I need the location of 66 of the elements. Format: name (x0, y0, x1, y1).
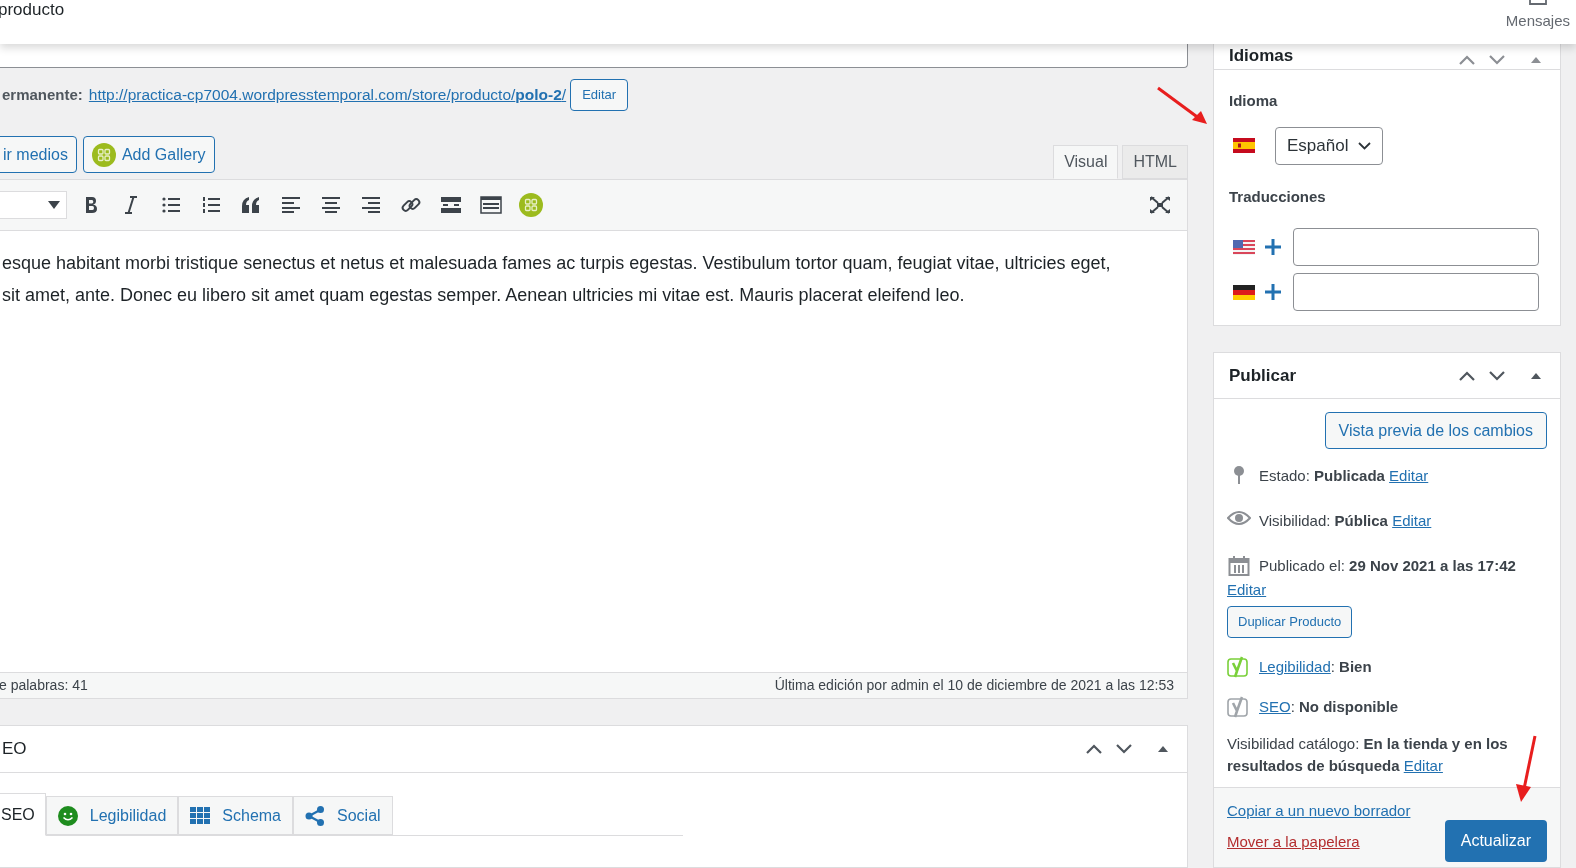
add-icon[interactable] (1265, 239, 1281, 255)
collapse-icon[interactable] (1530, 371, 1542, 380)
chevron-up-icon[interactable] (1458, 54, 1476, 66)
preview-button[interactable]: Vista previa de los cambios (1324, 412, 1547, 449)
yoast-score-text: Legibilidad: Bien (1259, 657, 1372, 677)
yoast-score-text: SEO: No disponible (1259, 696, 1399, 717)
seo-tab[interactable]: Schema (178, 796, 293, 835)
pin-icon (1232, 465, 1246, 485)
status-text: Visibilidad: Pública Editar (1259, 511, 1432, 531)
edit-link[interactable]: Editar (1403, 757, 1443, 774)
panel-title: Idiomas (1229, 46, 1294, 66)
annotation-arrow (1156, 86, 1208, 126)
dropdown-arrow-icon (48, 201, 60, 209)
chevron-down-icon[interactable] (1115, 743, 1133, 755)
panel-title: Publicar (1229, 364, 1297, 387)
gallery-icon (91, 142, 116, 167)
seo-tab[interactable]: Legibilidad (45, 796, 179, 835)
edit-button[interactable]: Editar (570, 79, 629, 111)
seo-tab[interactable]: Social (293, 796, 393, 835)
score-link[interactable]: SEO (1259, 697, 1291, 715)
collapse-icon[interactable] (1530, 56, 1542, 64)
translation-field[interactable] (1293, 273, 1539, 311)
edit-link[interactable]: Editar (1389, 467, 1429, 484)
flag-icon (1233, 138, 1255, 153)
messages-label[interactable]: Mensajes (1505, 10, 1570, 33)
panel-title: EO (2, 738, 27, 761)
editor-tab[interactable]: Visual (1053, 145, 1119, 179)
trash-link[interactable]: Mover a la papelera (1227, 830, 1411, 853)
editor-tab[interactable]: HTML (1122, 145, 1188, 179)
chevron-up-icon[interactable] (1458, 369, 1476, 382)
translation-field[interactable] (1293, 228, 1539, 266)
calendar-icon (1228, 555, 1250, 577)
smiley-icon (57, 805, 78, 826)
status-text: Estado: Publicada Editar (1259, 466, 1429, 486)
collapse-icon[interactable] (1157, 745, 1169, 753)
permalink-label: ermanente: (2, 84, 83, 105)
edit-link[interactable]: Editar (1392, 512, 1432, 529)
score-link[interactable]: Legibilidad (1259, 658, 1331, 675)
gallery-icon (519, 193, 543, 217)
paragraph-text: sit amet, ante. Donec eu libero sit amet quam egestas semper. Aenean ultricies mi vitae est. Mauris placerat eleifend leo. (2, 284, 966, 307)
edit-link[interactable]: Editar (1227, 578, 1516, 602)
format-select[interactable] (0, 191, 67, 219)
last-edit-text: Última edición por admin el 10 de diciembre de 2021 a las 12:53 (774, 676, 1174, 695)
catalog-visibility-text: Visibilidad catálogo: En la tienda y en los resultados de búsqueda Editar (1227, 734, 1509, 776)
chevron-down-icon[interactable] (1488, 54, 1506, 66)
chevron-up-icon[interactable] (1085, 743, 1103, 755)
grid-icon (190, 806, 211, 825)
eye-icon (1227, 510, 1251, 526)
share-icon (305, 805, 325, 826)
permalink-link[interactable]: http://practica-cp7004.wordpresstemporal.com/store/producto/polo-2/ (88, 83, 567, 107)
fullscreen-icon[interactable] (1149, 196, 1171, 214)
media-button[interactable]: Add Gallery (82, 136, 215, 173)
language-select[interactable]: Español (1275, 126, 1384, 165)
translations-label: Traducciones (1229, 186, 1327, 207)
chevron-down-icon[interactable] (1488, 369, 1506, 382)
update-button[interactable]: Actualizar (1444, 820, 1547, 862)
add-icon[interactable] (1265, 284, 1281, 300)
title-field[interactable] (0, 44, 1188, 68)
word-count: e palabras: 41 (0, 676, 88, 695)
duplicate-button[interactable]: Duplicar Producto (1227, 606, 1353, 638)
chevron-down-icon (1358, 141, 1372, 150)
paragraph-text: esque habitant morbi tristique senectus et netus et malesuada fames ac turpis egestas. Vestibulum tortor quam, feugiat vitae, ultricies eget, (2, 252, 1112, 275)
media-button[interactable]: ir medios (0, 136, 77, 173)
copy-draft-link[interactable]: Copiar a un nuevo borrador (1227, 800, 1411, 823)
seo-tab[interactable]: SEO (0, 793, 46, 836)
language-label: Idioma (1229, 91, 1279, 111)
